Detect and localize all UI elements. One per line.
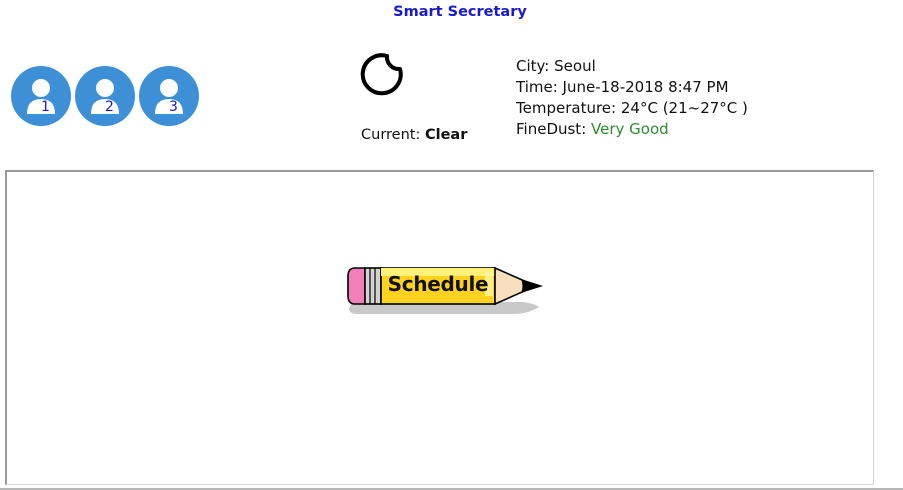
- user-icon: [91, 79, 119, 114]
- schedule-button[interactable]: Schedule: [343, 266, 549, 322]
- temperature-value: 24°C (21~27°C ): [620, 99, 748, 117]
- current-weather: Current: Clear: [361, 127, 467, 143]
- user-icon: [155, 79, 183, 114]
- temperature-label: Temperature:: [516, 99, 617, 117]
- user-number: 2: [105, 99, 114, 115]
- current-weather-label: Current:: [361, 127, 421, 143]
- current-weather-value: Clear: [424, 127, 468, 143]
- temperature-row: Temperature: 24°C (21~27°C ): [516, 98, 748, 119]
- finedust-label: FineDust:: [516, 120, 587, 138]
- city-row: City: Seoul: [516, 56, 748, 77]
- finedust-row: FineDust: Very Good: [516, 119, 748, 140]
- user-button-1[interactable]: 1: [11, 66, 71, 126]
- schedule-button-label: Schedule: [387, 272, 489, 296]
- time-value: June-18-2018 8:47 PM: [562, 78, 729, 96]
- city-value: Seoul: [554, 57, 596, 75]
- user-number: 1: [41, 99, 50, 115]
- crescent-moon-icon: [360, 53, 403, 96]
- user-button-2[interactable]: 2: [75, 66, 135, 126]
- user-number: 3: [169, 99, 178, 115]
- app-title: Smart Secretary: [393, 4, 527, 20]
- time-label: Time:: [516, 78, 558, 96]
- user-icon: [27, 79, 55, 114]
- city-label: City:: [516, 57, 550, 75]
- time-row: Time: June-18-2018 8:47 PM: [516, 77, 748, 98]
- info-panel: City: Seoul Time: June-18-2018 8:47 PM T…: [516, 56, 748, 140]
- user-button-3[interactable]: 3: [139, 66, 199, 126]
- finedust-value: Very Good: [591, 120, 669, 138]
- schedule-panel: Schedule: [5, 170, 874, 485]
